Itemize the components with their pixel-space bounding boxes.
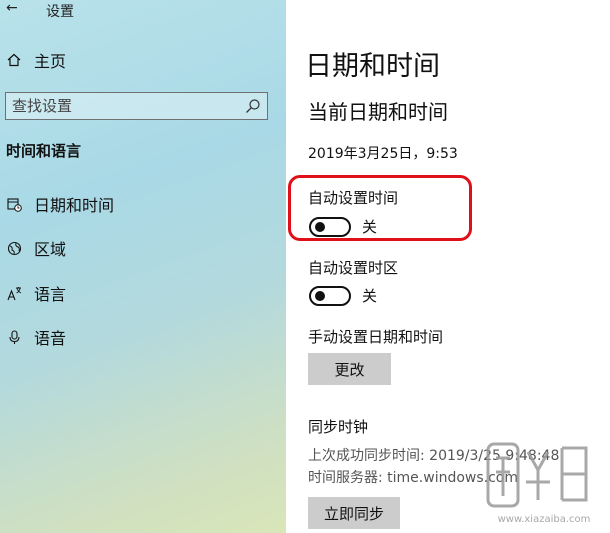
sidebar-item-speech[interactable]: 语音 [6,325,66,349]
manual-datetime-label: 手动设置日期和时间 [308,328,444,346]
sidebar-item-label: 区域 [34,240,67,259]
globe-icon [6,240,22,256]
highlight-annotation [288,175,472,241]
sidebar-item-label: 主页 [34,52,67,71]
sidebar-item-language[interactable]: 语言 [6,281,66,305]
sidebar-item-label: 语音 [34,329,67,348]
page-title: 日期和时间 [305,51,440,82]
auto-timezone-state: 关 [362,287,378,305]
svg-text:www.xiazaiba.com: www.xiazaiba.com [498,514,591,525]
window-title: 设置 [46,4,74,20]
back-arrow-icon[interactable]: ← [6,0,18,16]
auto-timezone-toggle[interactable] [309,285,351,306]
watermark-logo: www.xiazaiba.com [486,442,591,525]
auto-timezone-label: 自动设置时区 [308,259,399,277]
home-icon [6,52,22,68]
auto-timezone-row: 关 [309,285,377,306]
sidebar: ← 设置 主页 时间和语言 日期和时间 区域 语言 语音 [0,0,286,533]
change-button[interactable]: 更改 [308,353,391,385]
sidebar-item-label: 日期和时间 [34,196,115,215]
sync-clock-heading: 同步时钟 [308,418,369,436]
section-title: 时间和语言 [6,142,82,160]
language-icon [6,285,22,301]
section-heading-current: 当前日期和时间 [308,100,448,124]
sync-now-button[interactable]: 立即同步 [308,497,400,529]
search-input[interactable] [12,93,237,119]
sidebar-item-label: 语言 [34,285,67,304]
sidebar-item-home[interactable]: 主页 [6,48,66,72]
toggle-knob [315,290,325,301]
search-icon[interactable] [245,98,261,118]
search-box[interactable] [5,92,268,120]
sidebar-item-date-time[interactable]: 日期和时间 [6,192,114,216]
calendar-clock-icon [6,196,22,212]
current-datetime: 2019年3月25日，9:53 [308,146,458,162]
sidebar-item-region[interactable]: 区域 [6,236,66,260]
microphone-icon [6,329,22,345]
